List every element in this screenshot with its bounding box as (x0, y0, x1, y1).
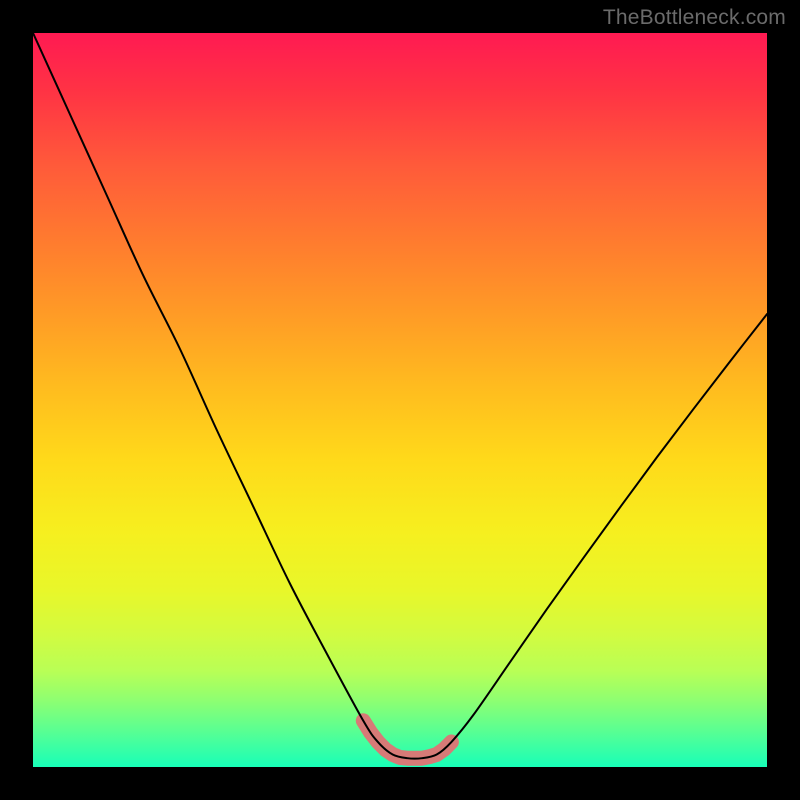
chart-svg (33, 33, 767, 767)
chart-frame: TheBottleneck.com (0, 0, 800, 800)
plot-area (33, 33, 767, 767)
watermark-text: TheBottleneck.com (603, 6, 786, 30)
bottleneck-curve (33, 33, 767, 759)
